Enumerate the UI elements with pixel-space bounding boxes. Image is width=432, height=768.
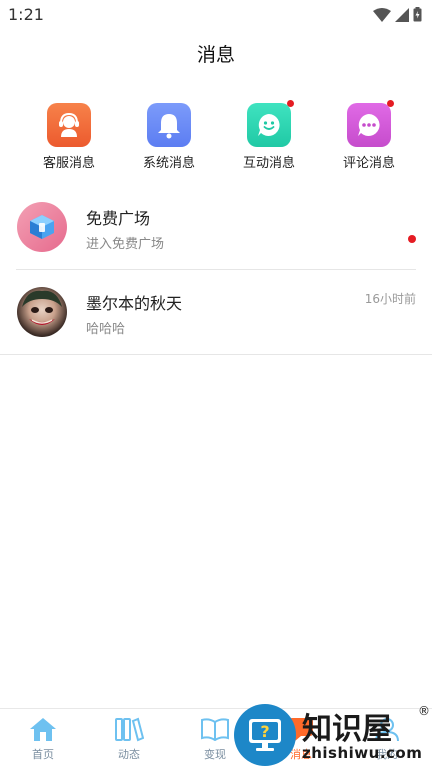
status-bar: 1:21 (0, 0, 432, 30)
category-customer-service[interactable]: 客服消息 (29, 100, 109, 171)
cube-icon (30, 215, 54, 239)
books-icon (86, 715, 172, 743)
category-label: 客服消息 (42, 156, 95, 171)
conversation-subtitle: 哈哈哈 (86, 322, 126, 337)
home-icon (0, 715, 86, 743)
signal-icon (395, 7, 409, 22)
divider (0, 354, 432, 355)
category-label: 系统消息 (142, 156, 195, 171)
customer-service-icon (47, 103, 91, 147)
unread-dot (408, 235, 416, 243)
nav-home[interactable]: 首页 (0, 715, 86, 762)
status-time: 1:21 (8, 5, 44, 24)
unread-badge (387, 100, 394, 107)
category-system[interactable]: 系统消息 (129, 100, 209, 171)
watermark-url: zhishiwu.com (302, 744, 423, 762)
wifi-icon (373, 7, 391, 22)
conversation-free-plaza[interactable]: 免费广场 进入免费广场 (0, 185, 432, 270)
smile-chat-icon (247, 100, 294, 147)
svg-text:?: ? (260, 722, 269, 741)
nav-feed[interactable]: 动态 (86, 715, 172, 762)
unread-badge (287, 100, 294, 107)
watermark-registered: ® (418, 704, 430, 718)
message-categories: 客服消息 系统消息 互动消息 评论消息 (0, 100, 432, 171)
conversation-time: 16小时前 (364, 292, 416, 306)
conversation-title: 免费广场 (86, 209, 151, 228)
conversation-subtitle: 进入免费广场 (86, 237, 165, 252)
category-label: 互动消息 (242, 156, 295, 171)
plaza-avatar (17, 202, 67, 252)
category-label: 评论消息 (342, 156, 395, 171)
nav-label: 动态 (118, 748, 140, 761)
category-comments[interactable]: 评论消息 (329, 100, 409, 171)
comment-dots-icon (347, 100, 394, 147)
nav-label: 首页 (32, 748, 54, 761)
conversation-melbourne-autumn[interactable]: 墨尔本的秋天 哈哈哈 16小时前 (0, 270, 432, 355)
category-interaction[interactable]: 互动消息 (229, 100, 309, 171)
bell-icon (147, 103, 191, 147)
watermark-logo-icon: ? (234, 704, 296, 766)
battery-icon (413, 7, 422, 22)
page-title: 消息 (196, 44, 235, 66)
conversation-title: 墨尔本的秋天 (86, 294, 183, 313)
watermark: ? 知识屋 ® zhishiwu.com (232, 702, 432, 768)
status-icons (373, 7, 422, 22)
user-avatar (17, 287, 67, 337)
watermark-text: 知识屋 (302, 712, 392, 747)
